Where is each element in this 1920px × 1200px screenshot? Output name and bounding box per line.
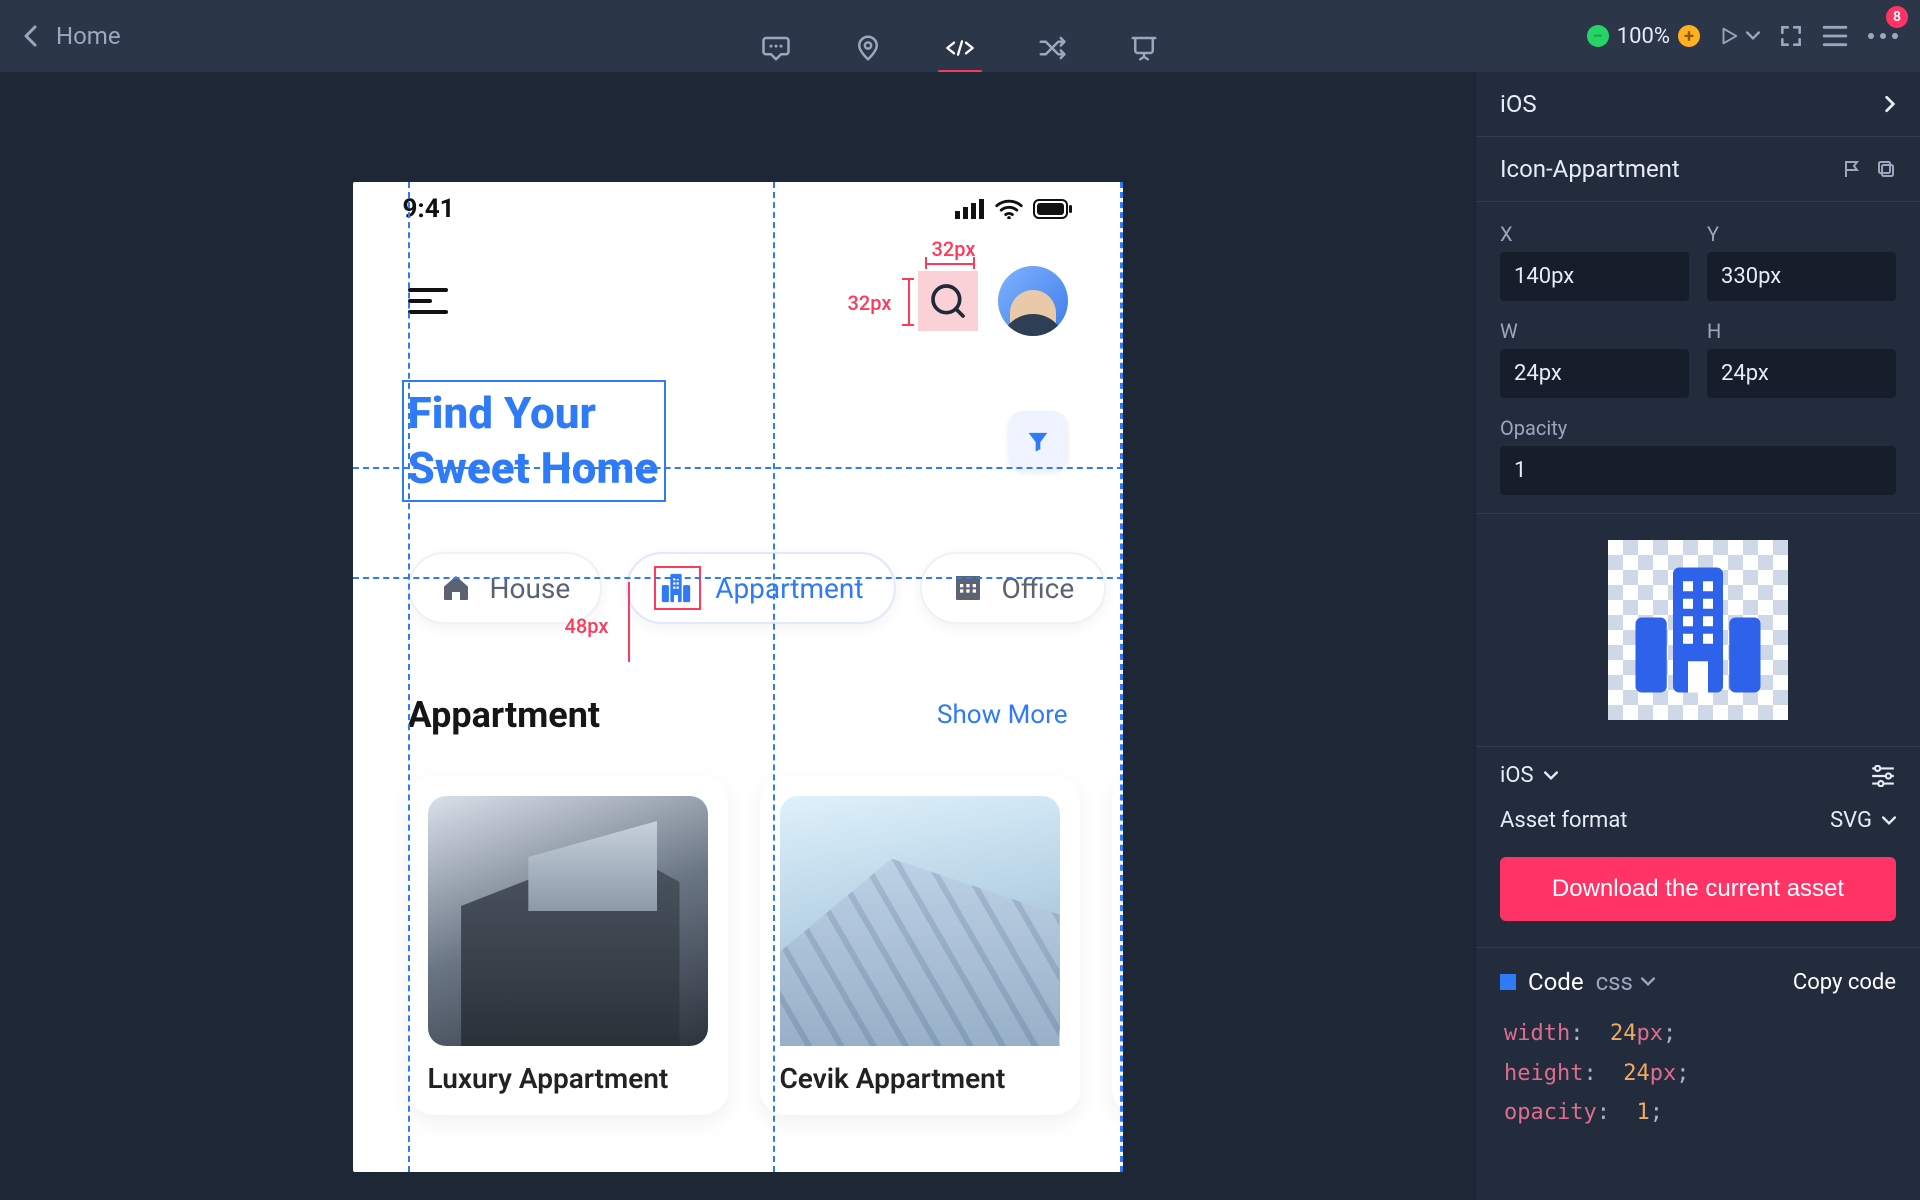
play-button[interactable] [1718, 25, 1760, 47]
selected-icon-highlight [654, 566, 701, 610]
office-icon [952, 572, 984, 604]
chip-label: House [490, 572, 571, 605]
copy-icon[interactable] [1876, 159, 1896, 179]
opacity-field[interactable]: 1 [1500, 446, 1896, 495]
category-row: House Appartment Office [353, 496, 1123, 624]
appartment-icon [1623, 555, 1773, 705]
selected-element-name: Icon-Appartment [1500, 155, 1680, 183]
card-title: Cevik Appartment [780, 1046, 1060, 1095]
h-label: H [1707, 319, 1896, 343]
menu-icon[interactable] [1822, 12, 1848, 60]
platform-selector[interactable]: iOS [1476, 72, 1920, 137]
asset-format-label: Asset format [1500, 808, 1628, 833]
listing-card[interactable]: Luxury Appartment [408, 776, 728, 1115]
dim-width-label: 32px [932, 237, 976, 261]
flag-icon[interactable] [1842, 159, 1862, 179]
notification-badge: 8 [1886, 6, 1908, 28]
w-field[interactable]: 24px [1500, 349, 1689, 398]
inspector-panel: iOS Icon-Appartment X 140px Y 330px W 24… [1475, 72, 1920, 1200]
card-title: Luxury Appartment [428, 1046, 708, 1095]
appartment-icon [659, 571, 693, 605]
category-chip-appartment[interactable]: Appartment [626, 552, 895, 624]
chip-label: Office [1002, 572, 1075, 605]
listing-card[interactable]: Ce [1112, 776, 1123, 1115]
chip-label: Appartment [715, 572, 863, 605]
section-title: Appartment [408, 694, 601, 736]
download-asset-button[interactable]: Download the current asset [1500, 857, 1896, 921]
battery-icon [1033, 199, 1073, 219]
w-label: W [1500, 319, 1689, 343]
page-title[interactable]: Find Your Sweet Home [408, 386, 659, 496]
cellular-icon [955, 199, 985, 219]
breadcrumb[interactable]: Home [56, 22, 121, 50]
card-image [428, 796, 708, 1046]
comment-icon[interactable] [760, 24, 792, 72]
fullscreen-icon[interactable] [1778, 12, 1804, 60]
artboard[interactable]: 9:41 32px 32px [353, 182, 1123, 1172]
dim-48-label: 48px [565, 614, 609, 638]
zoom-out-button[interactable]: − [1587, 25, 1609, 47]
asset-platform-value: iOS [1500, 763, 1534, 788]
category-chip-office[interactable]: Office [920, 552, 1107, 624]
code-block[interactable]: width: 24px; height: 24px; opacity: 1; [1476, 1006, 1920, 1161]
hero-line-1: Find Your [408, 386, 659, 441]
zoom-in-button[interactable]: + [1678, 25, 1700, 47]
asset-format-value: SVG [1830, 808, 1872, 833]
more-icon[interactable]: 8 [1866, 12, 1900, 60]
chevron-right-icon [1884, 95, 1896, 113]
x-field[interactable]: 140px [1500, 252, 1689, 301]
code-label: Code [1528, 968, 1584, 996]
asset-preview [1476, 514, 1920, 747]
back-button[interactable] [20, 26, 40, 46]
dim-height-label: 32px [848, 291, 892, 315]
h-field[interactable]: 24px [1707, 349, 1896, 398]
code-color-swatch [1500, 974, 1516, 990]
filter-button[interactable] [1008, 411, 1068, 471]
hamburger-menu-icon[interactable] [408, 288, 448, 314]
y-field[interactable]: 330px [1707, 252, 1896, 301]
zoom-controls: − 100% + [1587, 24, 1700, 49]
shuffle-icon[interactable] [1036, 24, 1068, 72]
hero-line-2: Sweet Home [408, 441, 659, 496]
status-bar: 9:41 [353, 182, 1123, 236]
opacity-label: Opacity [1500, 416, 1896, 440]
search-icon[interactable] [918, 271, 978, 331]
asset-platform-select[interactable]: iOS [1500, 763, 1558, 788]
copy-code-button[interactable]: Copy code [1793, 970, 1896, 995]
sliders-icon[interactable] [1870, 765, 1896, 787]
listing-card[interactable]: Cevik Appartment [760, 776, 1080, 1115]
zoom-percent[interactable]: 100% [1617, 24, 1670, 49]
x-label: X [1500, 222, 1689, 246]
location-pin-icon[interactable] [852, 24, 884, 72]
platform-label: iOS [1500, 90, 1537, 118]
show-more-link[interactable]: Show More [937, 700, 1067, 730]
wifi-icon [995, 199, 1023, 219]
house-icon [440, 572, 472, 604]
asset-format-select[interactable]: SVG [1830, 808, 1896, 833]
code-lang-select[interactable]: css [1596, 968, 1655, 996]
card-image [780, 796, 1060, 1046]
status-time: 9:41 [403, 194, 455, 224]
presentation-icon[interactable] [1128, 24, 1160, 72]
y-label: Y [1707, 222, 1896, 246]
avatar[interactable] [998, 266, 1068, 336]
card-list[interactable]: Luxury Appartment Cevik Appartment Ce [353, 736, 1123, 1115]
code-view-icon[interactable] [944, 24, 976, 72]
canvas[interactable]: 9:41 32px 32px [0, 72, 1475, 1200]
geometry-props: X 140px Y 330px W 24px H 24px Opacity 1 [1476, 202, 1920, 514]
topbar: Home − 100% + [0, 0, 1920, 72]
